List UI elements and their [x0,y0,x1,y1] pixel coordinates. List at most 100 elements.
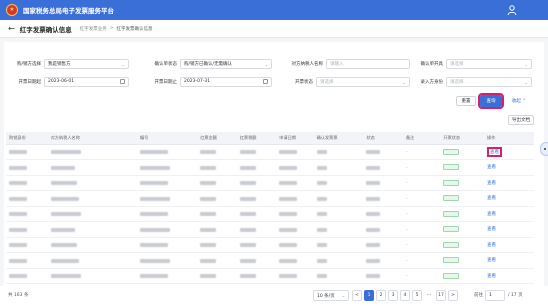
table-cell [440,252,484,269]
table-cell [6,206,48,222]
table-cell [440,221,484,238]
page-button[interactable]: 5 [412,290,422,301]
view-link[interactable]: 查看 [487,258,496,263]
table-cell [47,144,137,160]
export-button[interactable]: 导出文档 [508,115,534,125]
operation-cell: 查看 [484,237,534,253]
table-cell [276,268,314,284]
counterparty-input[interactable]: 请输入 [326,58,410,69]
table-cell [197,206,237,222]
view-link[interactable]: 查看 [487,227,496,232]
table-row[interactable]: - 查看 [6,190,534,207]
page-size-select[interactable]: 10 条/页 ⌄ [313,290,349,301]
table-cell [197,175,237,191]
operation-cell: 查看 [484,144,534,160]
table-cell: - [402,144,441,160]
entry-identity-select[interactable]: 请选择 ⌄ [446,76,532,87]
next-page-button[interactable]: > [448,290,458,301]
buyer-seller-select[interactable]: 我是销售方 ⌄ [44,58,129,69]
confirm-status-select[interactable]: 购/销方已确认/无需确认 ⌄ [180,58,272,69]
user-icon[interactable] [506,4,518,16]
chevron-down-icon: ⌄ [524,61,528,67]
total-count: 共 163 条 [8,293,29,298]
table-cell: - [402,175,441,191]
page-button[interactable]: ··· [424,290,434,301]
table-header: 购销身份 对方纳税人名称 编号 红票金额 红票税额 申请日期 确认发票票 状态 … [6,132,534,145]
prev-page-button[interactable]: < [352,290,362,301]
filter-label: 确认单开具 [420,61,444,67]
assistant-mascot-icon[interactable] [540,142,548,156]
reset-button[interactable]: 重置 [456,96,476,106]
table-cell [47,190,137,207]
view-link[interactable]: 查看 [487,146,502,157]
table-cell: - [402,237,441,253]
table-row[interactable]: - 查看 [6,159,534,176]
table-cell [236,206,277,222]
column-header[interactable]: 对方纳税人名称 [47,132,137,145]
table-cell [197,252,237,269]
chevron-down-icon: ⌄ [524,79,528,85]
page-button[interactable]: 17 [436,290,446,301]
table-row[interactable]: - 查看 [6,144,534,160]
goto-page-input[interactable]: 1 [485,290,505,301]
invoice-status-select[interactable]: 请选择 ⌄ [316,76,410,87]
column-header[interactable]: 状态 [363,132,403,145]
table-cell [440,159,484,176]
date-end-picker[interactable]: 2023-07-31 [180,76,272,87]
table-cell: - [402,268,441,284]
table-cell [363,221,403,238]
column-header[interactable]: 编号 [136,132,198,145]
view-link[interactable]: 查看 [487,196,496,201]
date-start-picker[interactable]: 2023-06-01 [44,76,129,87]
query-button[interactable]: 查询 [478,93,504,109]
column-header[interactable]: 备注 [402,132,441,145]
table-cell [197,144,237,160]
table-cell [236,190,277,207]
table-cell [136,206,198,222]
column-header[interactable]: 操作 [484,132,534,145]
column-header[interactable]: 红票税额 [236,132,277,145]
page-button[interactable]: 1 [364,290,374,301]
operation-cell: 查看 [484,159,534,176]
column-header[interactable]: 购销身份 [6,132,48,145]
table-cell [236,159,277,176]
table-row[interactable]: - 查看 [6,175,534,191]
table-cell: - [402,190,441,207]
table-cell [47,159,137,176]
column-header[interactable]: 开票状态 [440,132,484,145]
table-cell [47,237,137,253]
filter-label: 开票日期止 [154,79,178,85]
view-link[interactable]: 查看 [487,181,496,186]
arrow-left-icon[interactable]: ← [8,24,15,33]
table-cell [6,221,48,238]
view-link[interactable]: 查看 [487,212,496,217]
collapse-button[interactable]: 收起 ⌃ [507,96,531,106]
column-header[interactable]: 确认发票票 [313,132,364,145]
table-cell [6,144,48,160]
table-cell [136,190,198,207]
table-cell [363,237,403,253]
filter-label: 购/销方选择 [16,61,41,67]
table-row[interactable]: - 查看 [6,237,534,253]
table-row[interactable]: - 查看 [6,252,534,269]
view-link[interactable]: 查看 [487,274,496,279]
view-link[interactable]: 查看 [487,165,496,170]
operation-cell: 查看 [484,268,534,284]
page-button[interactable]: 4 [400,290,410,301]
confirm-issue-select[interactable]: 请选择 ⌄ [446,58,532,69]
table-row[interactable]: - 查看 [6,221,534,238]
pagination-bar [0,286,548,306]
table-cell [363,190,403,207]
page-button[interactable]: 2 [376,290,386,301]
view-link[interactable]: 查看 [487,243,496,248]
breadcrumb-item[interactable]: 红字发票业务 [80,26,107,32]
column-header[interactable]: 申请日期 [276,132,314,145]
table-row[interactable]: - 查看 [6,268,534,284]
table-cell [313,252,364,269]
table-cell: - [402,221,441,238]
page-button[interactable]: 3 [388,290,398,301]
table-row[interactable]: - 查看 [6,206,534,222]
goto-label: 前往 [474,293,483,298]
column-header[interactable]: 红票金额 [197,132,237,145]
filter-date-end: 开票日期止 2023-07-31 [140,76,272,87]
